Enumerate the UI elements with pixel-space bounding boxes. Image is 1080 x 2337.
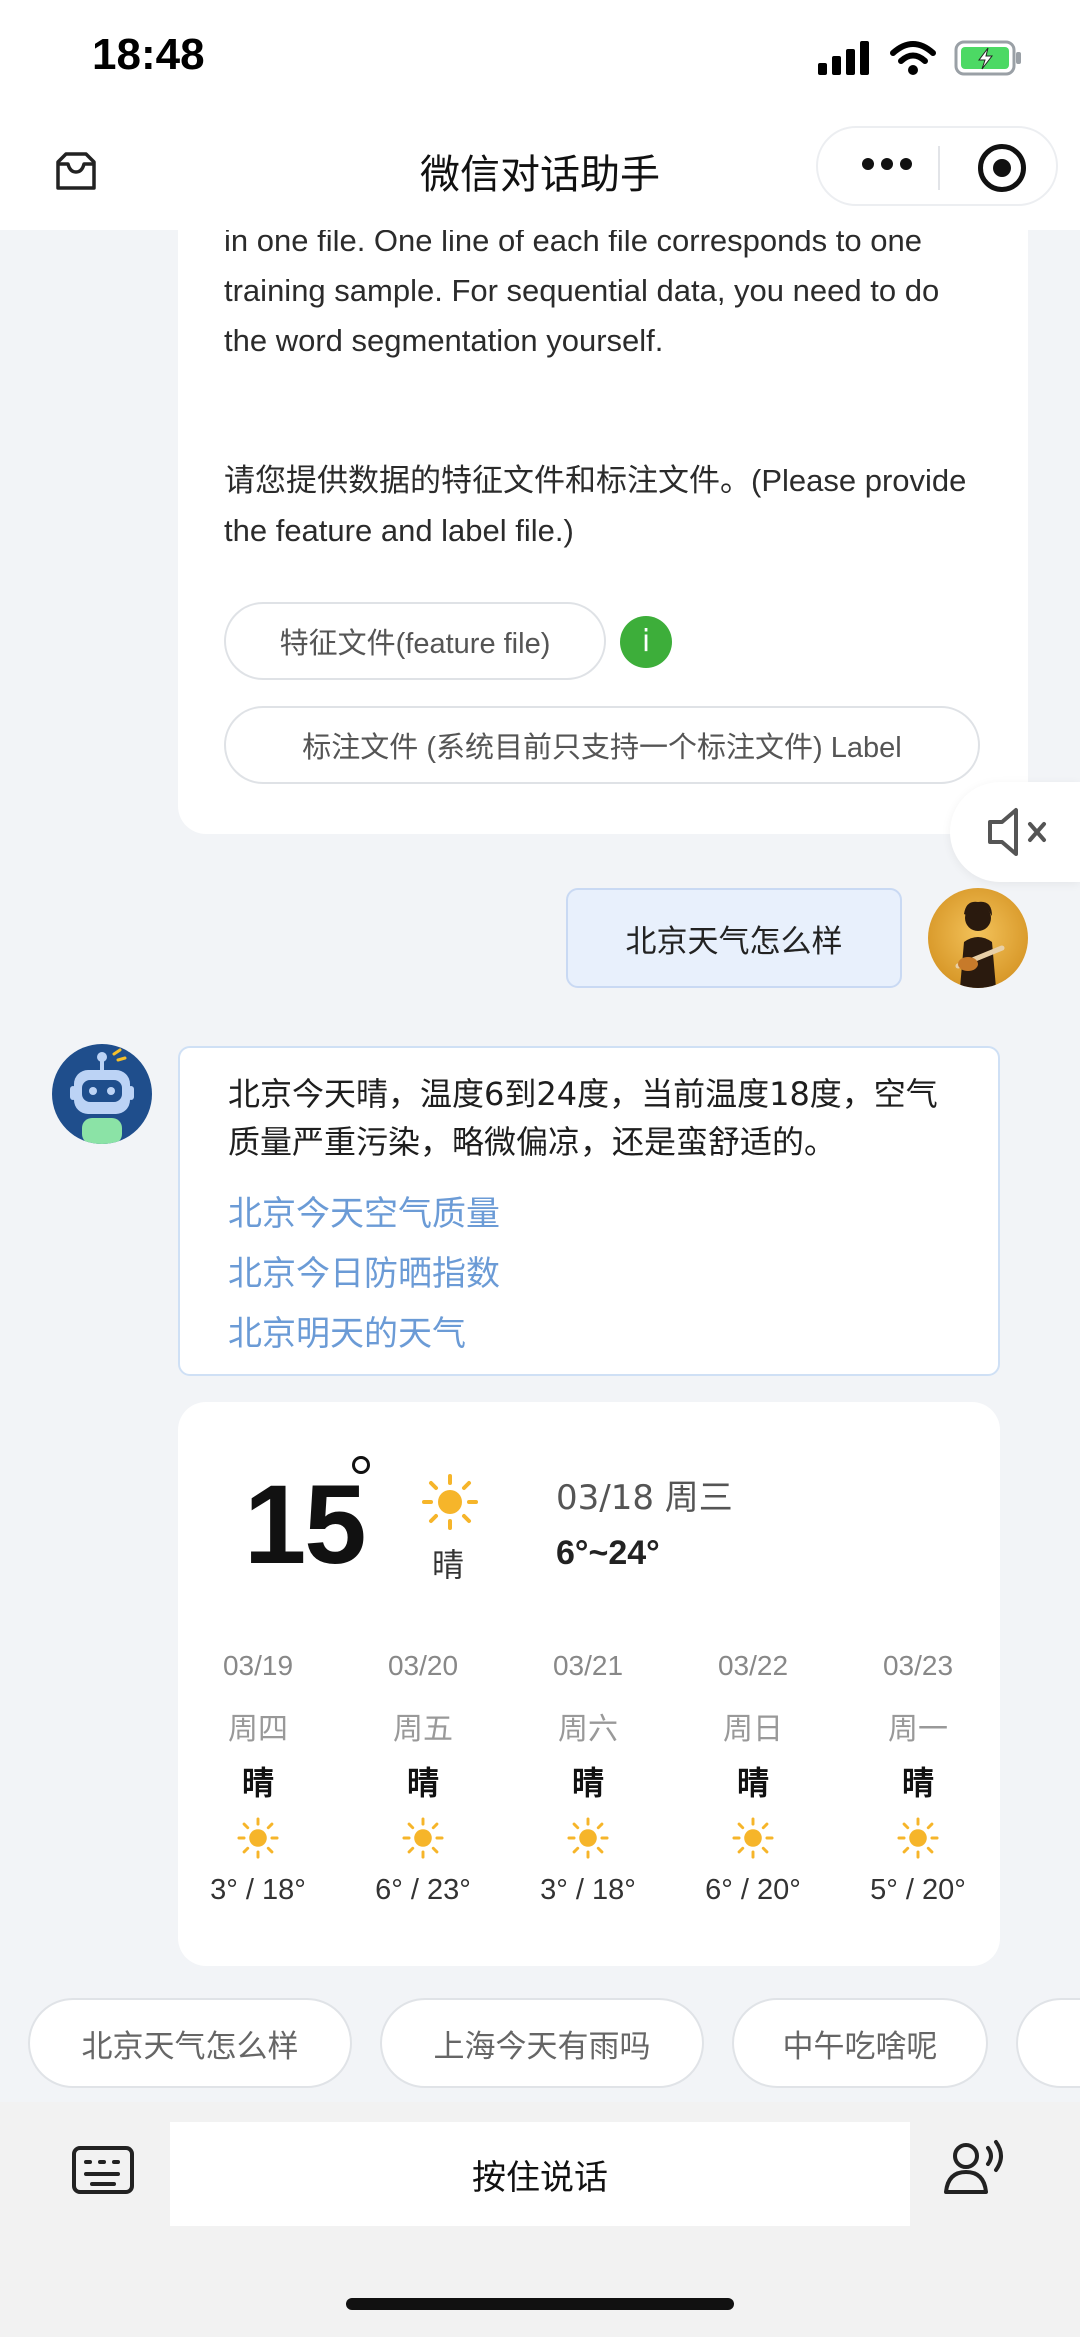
forecast-date: 03/23	[882, 1650, 954, 1681]
status-icons	[818, 38, 1024, 78]
voice-person-icon[interactable]	[940, 2132, 1012, 2204]
status-bar: 18:48	[0, 0, 1080, 118]
forecast-weekday: 周一	[888, 1712, 948, 1747]
sun-icon	[897, 1817, 939, 1859]
suggestion-chip[interactable]: 上海今天有雨吗	[380, 1998, 704, 2088]
robot-icon	[70, 1048, 134, 1144]
suggestion-chip[interactable]: 北京天气怎么样	[28, 1998, 352, 2088]
forecast-range: 3° / 18°	[210, 1874, 306, 1906]
sun-icon	[732, 1817, 774, 1859]
user-avatar[interactable]	[928, 888, 1028, 988]
more-dots-icon[interactable]	[862, 158, 912, 170]
suggest-link-sunscreen[interactable]: 北京今日防晒指数	[228, 1246, 500, 1295]
signal-icon	[818, 41, 869, 75]
capsule-divider	[938, 146, 940, 190]
feature-file-button[interactable]: 特征文件(feature file)	[224, 602, 606, 680]
forecast-day: 03/19 周四 晴 3° / 18°	[178, 1402, 338, 1966]
sun-icon	[402, 1817, 444, 1859]
sun-icon	[237, 1817, 279, 1859]
bot-avatar[interactable]	[52, 1044, 152, 1144]
weather-card: 15 晴 03/18 周三 6°~24° 03/19 周四 晴 3° / 18°…	[178, 1402, 1000, 1966]
forecast-range: 6° / 20°	[705, 1874, 801, 1906]
forecast-date: 03/21	[552, 1650, 624, 1681]
forecast-range: 5° / 20°	[870, 1874, 966, 1906]
nav-bar: 微信对话助手	[0, 118, 1080, 230]
forecast-weekday: 周四	[228, 1712, 288, 1747]
forecast-condition: 晴	[736, 1764, 769, 1802]
hold-to-talk-button[interactable]: 按住说话	[170, 2122, 910, 2226]
forecast-weekday: 周日	[723, 1712, 783, 1747]
suggestion-chip[interactable]: 中午吃啥呢	[732, 1998, 988, 2088]
card-instruction-text: are multiple features, each feature need…	[224, 230, 940, 358]
card-prompt-text: 请您提供数据的特征文件和标注文件。(Please provide the fea…	[224, 463, 967, 548]
suggestion-chips[interactable]: 北京天气怎么样 上海今天有雨吗 中午吃啥呢	[0, 1998, 1080, 2090]
bot-reply-bubble: 北京今天晴，温度6到24度，当前温度18度，空气质量严重污染，略微偏凉，还是蛮舒…	[178, 1046, 1000, 1376]
home-indicator	[346, 2298, 734, 2310]
previous-bot-card: are multiple features, each feature need…	[178, 230, 1028, 834]
forecast-date: 03/19	[222, 1650, 294, 1681]
keyboard-icon[interactable]	[72, 2146, 134, 2194]
mute-toggle-button[interactable]	[950, 782, 1080, 882]
forecast-condition: 晴	[406, 1764, 439, 1802]
suggest-link-air-quality[interactable]: 北京今天空气质量	[228, 1186, 500, 1235]
label-file-button[interactable]: 标注文件 (系统目前只支持一个标注文件) Label	[224, 706, 980, 784]
suggest-link-tomorrow-weather[interactable]: 北京明天的天气	[228, 1306, 466, 1355]
suggestion-chip[interactable]	[1016, 1998, 1080, 2088]
forecast-day: 03/21 周六 晴 3° / 18°	[508, 1402, 668, 1966]
forecast-date: 03/22	[717, 1650, 789, 1681]
speaker-muted-icon	[988, 808, 1046, 856]
forecast-date: 03/20	[387, 1650, 459, 1681]
status-time: 18:48	[92, 30, 205, 79]
info-icon[interactable]: i	[620, 616, 672, 668]
forecast-condition: 晴	[571, 1764, 604, 1802]
chat-area[interactable]: are multiple features, each feature need…	[0, 230, 1080, 1993]
forecast-day: 03/22 周日 晴 6° / 20°	[673, 1402, 833, 1966]
guitarist-avatar-icon	[955, 901, 1005, 988]
forecast-range: 6° / 23°	[375, 1874, 471, 1906]
record-target-icon[interactable]	[978, 144, 1026, 192]
forecast-condition: 晴	[901, 1764, 934, 1802]
forecast-condition: 晴	[241, 1764, 274, 1802]
forecast-weekday: 周五	[393, 1712, 453, 1747]
wifi-icon	[890, 41, 936, 75]
forecast-day: 03/20 周五 晴 6° / 23°	[343, 1402, 503, 1966]
user-message-bubble: 北京天气怎么样	[566, 888, 902, 988]
forecast-day: 03/23 周一 晴 5° / 20°	[838, 1402, 998, 1966]
battery-charging-icon	[954, 40, 1021, 76]
forecast-weekday: 周六	[558, 1712, 618, 1747]
bot-reply-text: 北京今天晴，温度6到24度，当前温度18度，空气质量严重污染，略微偏凉，还是蛮舒…	[228, 1075, 938, 1161]
forecast-range: 3° / 18°	[540, 1874, 636, 1906]
mini-program-capsule	[816, 126, 1058, 206]
sun-icon	[567, 1817, 609, 1859]
